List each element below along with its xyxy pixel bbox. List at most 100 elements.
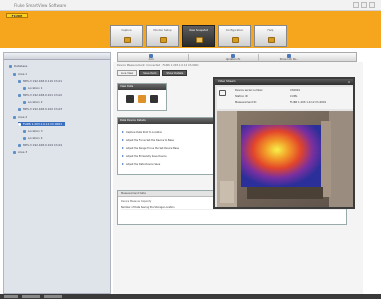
tab-help[interactable]: Help bbox=[254, 25, 287, 47]
action-link-label: Adjust the Emissivity Save Device bbox=[126, 154, 167, 158]
action-link-label: Capture Data Shot to Location bbox=[126, 130, 163, 134]
tree-item-area[interactable]: Area 3 bbox=[13, 150, 27, 154]
tree-item-label: Location 4 bbox=[28, 136, 43, 140]
device-icon bbox=[18, 79, 21, 83]
location-icon bbox=[23, 136, 26, 140]
action-link-label: Adjust the Data Device Save bbox=[126, 162, 161, 166]
tab-capture-label: Capture bbox=[121, 29, 132, 32]
thermal-image-graphic bbox=[217, 111, 353, 207]
tab-capture[interactable]: Capture bbox=[110, 25, 143, 47]
device-actions-panel: Data Device Details Capture Data Shot to… bbox=[117, 117, 215, 175]
tree-item-label: Location 2 bbox=[28, 100, 43, 104]
snapshot-icon bbox=[196, 37, 203, 43]
view-data-panel: View Data bbox=[117, 83, 167, 111]
video-stream-window[interactable]: Video Stream × Device serial number Ch00… bbox=[213, 77, 355, 209]
station-id-label: Station ID bbox=[235, 95, 248, 98]
camera-icon bbox=[219, 90, 226, 96]
minimize-button[interactable] bbox=[353, 2, 359, 8]
measurement-id-label: Measurement ID bbox=[235, 101, 257, 104]
measurement-subtitle: Device Measure Capacity bbox=[121, 200, 152, 203]
brand-logo: FLUKE bbox=[6, 13, 28, 18]
view-data-title: View Data bbox=[118, 84, 166, 90]
show-info-panel-button[interactable]: Show Info Pa... bbox=[273, 53, 305, 62]
folder-icon bbox=[13, 115, 16, 119]
maximize-button[interactable] bbox=[361, 2, 367, 8]
tree-item-device[interactable]: MPS-3 192.168.0.104 Ch.04 bbox=[18, 143, 62, 147]
tree-item-location[interactable]: Location 2 bbox=[23, 100, 43, 104]
tree-item-database[interactable]: Database bbox=[9, 64, 27, 68]
tree-item-label: MPS-3 192.168.0.104 Ch.04 bbox=[23, 143, 63, 147]
device-icon bbox=[18, 107, 21, 111]
tab-view-snapshot[interactable]: View Snapshot bbox=[182, 25, 215, 47]
tree-item-label: MPS-3 192.168.0.110 Ch.01 bbox=[23, 79, 63, 83]
tree-item-location[interactable]: Location 3 bbox=[23, 129, 43, 133]
tree-item-label: Location 3 bbox=[28, 129, 43, 133]
tab-monitor-setup-label: Monitor Setup bbox=[153, 29, 172, 32]
action-link[interactable]: Capture Data Shot to Location bbox=[122, 130, 162, 134]
tree-item-location[interactable]: Location 4 bbox=[23, 136, 43, 140]
action-link[interactable]: Adjust the Data Device Save bbox=[122, 162, 160, 166]
tree-item-label: MPS-3 192.168.0.101 Ch.02 bbox=[23, 93, 63, 97]
tree-item-label: Area 1 bbox=[18, 72, 28, 76]
arrow-right-icon bbox=[122, 147, 124, 149]
folder-icon bbox=[13, 150, 16, 154]
measurement-row-label: Number of Data Saving the Storage Locati… bbox=[121, 206, 175, 209]
update-info-label: Update Info bbox=[225, 58, 241, 61]
taskbar-app-button[interactable] bbox=[22, 295, 40, 298]
device-actions-title: Data Device Details bbox=[118, 118, 214, 124]
update-info-button[interactable]: Update Info bbox=[218, 53, 248, 62]
measurement-id-value: FLIR6 1.203.1.0.12 Ch.0001 bbox=[290, 101, 327, 104]
action-link[interactable]: Adjust the Focus Set the Device to Base bbox=[122, 138, 174, 142]
window-title: Fluke SmartView Software bbox=[14, 3, 67, 8]
device-info-row: Device Measurement: Connected · FLIR6 1.… bbox=[117, 64, 199, 67]
toolbar: Add Update Info Show Info Pa... bbox=[117, 52, 357, 62]
device-icon bbox=[18, 143, 21, 147]
taskbar-start-button[interactable] bbox=[4, 295, 18, 298]
station-id-value: CUML bbox=[290, 95, 298, 98]
tab-configuration[interactable]: Configuration bbox=[218, 25, 251, 47]
tree-item-device[interactable]: MPS-3 192.168.0.102 Ch.03 bbox=[18, 107, 62, 111]
thermal-image[interactable] bbox=[217, 111, 353, 207]
tree-item-area[interactable]: Area 2 bbox=[13, 115, 27, 119]
tree-item-area[interactable]: Area 1 bbox=[13, 72, 27, 76]
arrow-right-icon bbox=[122, 139, 124, 141]
action-link[interactable]: Adjust the Range Focus the Set Device Ba… bbox=[122, 146, 179, 150]
video-stream-title: Video Stream bbox=[215, 79, 353, 85]
device-icon bbox=[150, 95, 158, 103]
action-link[interactable]: Adjust the Emissivity Save Device bbox=[122, 154, 167, 158]
tree-item-device[interactable]: MPS-3 192.168.0.110 Ch.01 bbox=[18, 79, 62, 83]
database-icon bbox=[9, 64, 12, 68]
device-icon bbox=[126, 95, 134, 103]
camera-icon bbox=[138, 95, 146, 103]
tab-view-snapshot-label: View Snapshot bbox=[188, 29, 209, 32]
tree-item-location[interactable]: Location 1 bbox=[23, 86, 43, 90]
location-icon bbox=[23, 100, 26, 104]
tab-live-view[interactable]: Live View bbox=[117, 70, 138, 76]
add-button[interactable]: Add bbox=[136, 53, 166, 62]
tree-item-device-selected[interactable]: FLIR6 1.203.1.0.12 Ch.0001 bbox=[18, 122, 66, 126]
view-sub-tabs: Live View Save Item Show Details bbox=[117, 70, 189, 76]
folder-icon bbox=[13, 72, 16, 76]
tree-item-device[interactable]: MPS-3 192.168.0.101 Ch.02 bbox=[18, 93, 62, 97]
module-tabs: Capture Monitor Setup View Snapshot Conf… bbox=[110, 25, 290, 47]
tree-panel-header bbox=[4, 53, 110, 60]
gear-icon bbox=[232, 37, 239, 43]
tree-item-label: Location 1 bbox=[28, 86, 43, 90]
close-icon[interactable]: × bbox=[347, 80, 351, 84]
taskbar-app-button[interactable] bbox=[44, 295, 62, 298]
device-info-block: Device serial number Ch0001 Station ID C… bbox=[217, 87, 353, 109]
tab-configuration-label: Configuration bbox=[225, 29, 244, 32]
monitor-icon bbox=[160, 37, 167, 43]
lightbulb-icon bbox=[268, 37, 275, 43]
tab-show-details[interactable]: Show Details bbox=[162, 70, 188, 76]
device-icon bbox=[18, 93, 21, 97]
add-button-label: Add bbox=[148, 58, 154, 61]
brand-logo-text: FLUKE bbox=[11, 14, 23, 18]
tab-save-item[interactable]: Save Item bbox=[139, 70, 161, 76]
toolbar-divider bbox=[188, 54, 189, 62]
device-icon bbox=[18, 122, 21, 126]
tab-monitor-setup[interactable]: Monitor Setup bbox=[146, 25, 179, 47]
close-window-button[interactable] bbox=[369, 2, 375, 8]
header-band: FLUKE Capture Monitor Setup View Snapsho… bbox=[0, 11, 381, 48]
tree-item-label: Area 2 bbox=[18, 115, 28, 119]
